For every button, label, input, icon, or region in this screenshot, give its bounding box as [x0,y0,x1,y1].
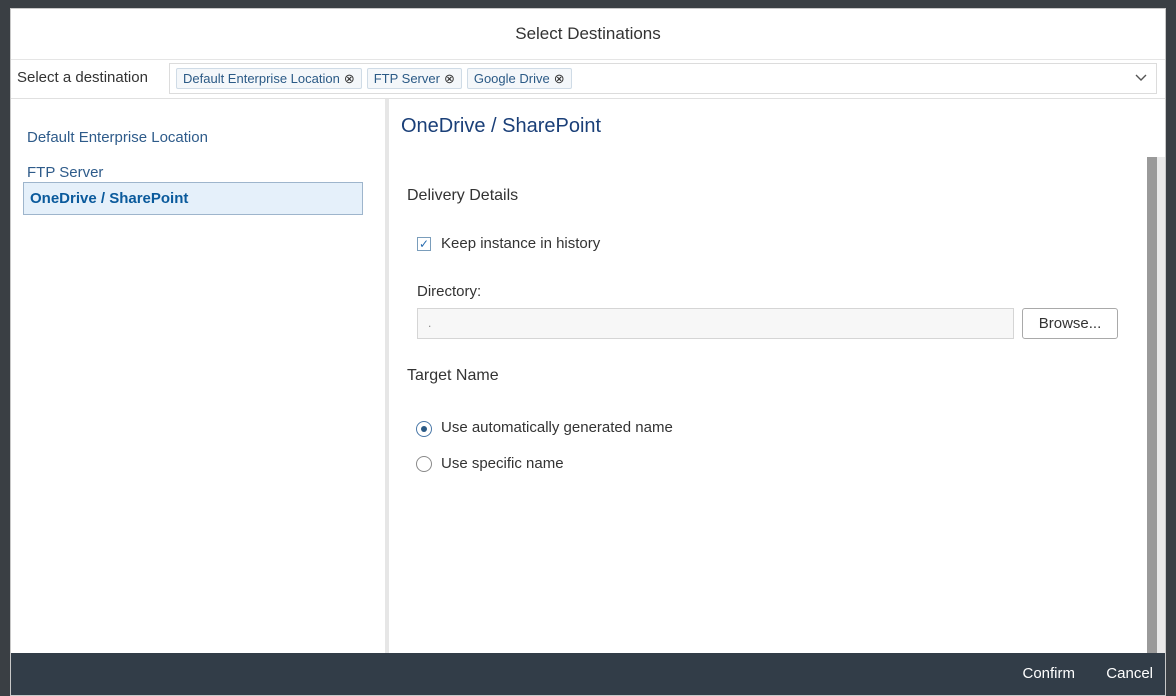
token-label: Default Enterprise Location [183,71,340,86]
directory-label: Directory: [417,283,482,300]
nav-item-ftp-server[interactable]: FTP Server [27,164,103,181]
directory-field[interactable]: . [417,308,1014,339]
cancel-button[interactable]: Cancel [1106,665,1153,682]
nav-item-onedrive-sharepoint[interactable]: OneDrive / SharePoint [23,182,363,215]
token-label: Google Drive [473,71,550,86]
window-backdrop [0,0,1176,8]
detail-panel: Delivery Details ✓ Keep instance in hist… [389,157,1165,653]
destination-bar: Select a destination Default Enterprise … [11,59,1165,99]
radio-specific-name[interactable] [416,456,432,472]
radio-auto-name-label: Use automatically generated name [441,419,673,436]
radio-selected-dot [421,426,427,432]
keep-instance-checkbox[interactable]: ✓ [417,237,431,251]
delivery-details-heading: Delivery Details [407,187,519,204]
remove-token-icon[interactable]: ⊗ [344,71,355,87]
vertical-scrollbar[interactable] [1147,157,1157,653]
token-label: FTP Server [373,71,440,86]
scroll-track [1157,157,1165,653]
remove-token-icon[interactable]: ⊗ [444,71,455,87]
target-name-heading: Target Name [407,367,499,384]
dialog-footer: Confirm Cancel [11,653,1165,695]
detail-title: OneDrive / SharePoint [401,115,602,137]
select-destinations-dialog: Select Destinations Select a destination… [10,8,1166,696]
nav-item-default-enterprise-location[interactable]: Default Enterprise Location [27,129,208,146]
token-default-enterprise-location[interactable]: Default Enterprise Location ⊗ [176,68,362,89]
radio-auto-name[interactable] [416,421,432,437]
detail-header: OneDrive / SharePoint [389,99,1165,158]
destination-multi-select[interactable]: Default Enterprise Location ⊗ FTP Server… [169,63,1157,94]
token-google-drive[interactable]: Google Drive ⊗ [466,68,572,89]
remove-token-icon[interactable]: ⊗ [554,71,565,87]
keep-instance-label: Keep instance in history [441,235,601,252]
destination-label: Select a destination [17,69,148,86]
browse-button[interactable]: Browse... [1022,308,1118,339]
token-ftp-server[interactable]: FTP Server ⊗ [366,68,462,89]
dialog-title: Select Destinations [11,9,1165,60]
chevron-down-icon[interactable] [1134,70,1148,84]
radio-specific-name-label: Use specific name [441,455,564,472]
confirm-button[interactable]: Confirm [1022,665,1075,682]
destination-list: Default Enterprise Location FTP Server O… [11,99,386,653]
